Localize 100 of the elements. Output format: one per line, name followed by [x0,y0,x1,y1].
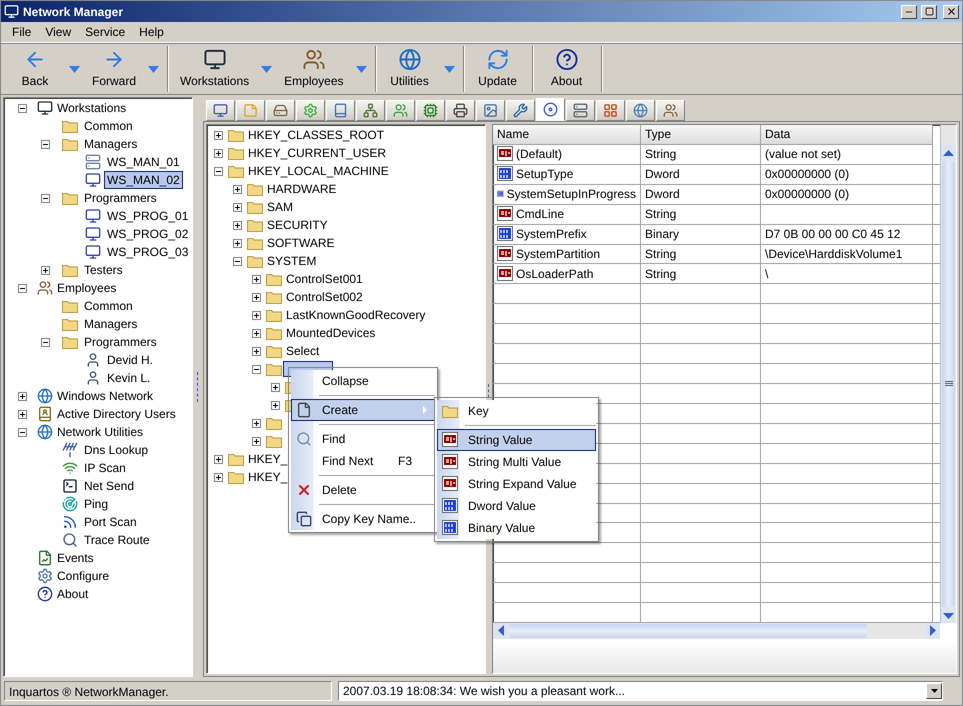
binary-value-icon [442,520,458,536]
binary-value-icon [497,226,513,242]
tab[interactable] [206,100,235,121]
expand-toggle[interactable] [252,292,261,302]
menu-item[interactable]: Key [437,400,596,422]
expand-toggle[interactable] [252,418,261,428]
globe-icon [37,424,53,440]
scroll-up-button[interactable] [941,145,956,160]
dropdown-arrow-icon[interactable] [69,66,80,72]
dropdown-arrow-icon[interactable] [444,66,455,72]
menu-item[interactable]: View [38,25,78,39]
scroll-down-button[interactable] [941,608,956,623]
menu-item[interactable]: String Multi Value [437,451,596,473]
expand-toggle[interactable] [233,220,242,230]
menu-item[interactable]: Find Next F3 [291,450,435,472]
expand-toggle[interactable] [214,130,223,140]
scroll-thumb[interactable] [509,624,867,638]
tab[interactable] [476,100,505,121]
expand-toggle[interactable] [252,346,261,356]
menu-item[interactable]: Copy Key Name.. [291,508,435,530]
menu-item[interactable]: String Value [437,429,596,451]
expand-toggle[interactable] [271,382,280,392]
collapse-toggle[interactable] [41,140,50,148]
expand-toggle[interactable] [271,400,280,410]
expand-toggle[interactable] [252,274,261,284]
minimize-button[interactable] [901,4,917,18]
collapse-toggle[interactable] [252,364,261,374]
tab[interactable] [266,100,295,121]
folder-icon [228,452,244,466]
tab[interactable] [536,98,565,121]
expand-toggle[interactable] [252,310,261,320]
expand-toggle[interactable] [233,238,242,248]
tab[interactable] [566,100,595,121]
menu-item[interactable]: Delete [291,479,435,501]
monitor-icon [85,244,101,260]
scroll-right-button[interactable] [925,623,940,638]
menu-item[interactable]: String Expand Value [437,473,596,495]
expand-toggle[interactable] [233,202,242,212]
toolbar-button[interactable]: Update [468,46,528,92]
toolbar-button[interactable]: Forward [84,46,144,92]
menu-item[interactable]: Collapse [291,370,435,392]
folder-icon [62,335,78,349]
expand-toggle[interactable] [41,266,50,274]
menu-item[interactable]: File [5,25,38,39]
collapse-toggle[interactable] [18,284,27,292]
scroll-thumb[interactable] [942,161,955,607]
dropdown-arrow-icon[interactable] [261,66,272,72]
folder-icon [247,200,263,214]
tree-item[interactable]: WS_MAN_02 [104,171,183,189]
tab[interactable] [326,100,355,121]
tab[interactable] [506,100,535,121]
toolbar-button[interactable]: Workstations [172,46,258,92]
scroll-left-button[interactable] [493,623,508,638]
expand-toggle[interactable] [252,328,261,338]
expand-toggle[interactable] [214,148,223,158]
expand-toggle[interactable] [233,184,242,194]
menu-item[interactable]: Find [291,428,435,450]
menu-item[interactable]: Dword Value [437,495,596,517]
tab[interactable] [656,100,685,121]
menu-item[interactable]: Binary Value [437,517,596,539]
down-arrow-icon [943,612,954,618]
dropdown-button[interactable] [926,683,942,699]
collapse-toggle[interactable] [214,166,223,176]
collapse-toggle[interactable] [233,256,242,266]
expand-toggle[interactable] [18,410,27,418]
collapse-toggle[interactable] [18,104,27,112]
status-message-field[interactable]: 2007.03.19 18:08:34: We wish you a pleasant work... [338,681,943,701]
menu-item[interactable]: Service [78,25,132,39]
document-icon [296,402,312,418]
collapse-toggle[interactable] [41,338,50,346]
expand-toggle[interactable] [214,454,223,464]
close-button[interactable] [943,4,959,18]
menu-item[interactable]: Create [291,399,435,421]
globe-icon [37,388,53,404]
tab[interactable] [416,100,445,121]
column-header[interactable]: Data [761,125,933,145]
column-header[interactable]: Type [641,125,761,145]
table-cell: D7 0B 00 00 00 C0 45 12 [761,224,933,244]
tab[interactable] [356,100,385,121]
splitter-handle[interactable] [196,372,200,402]
column-header[interactable]: Name [493,125,641,145]
string-value-icon [497,246,513,262]
menu-item[interactable]: Help [132,25,171,39]
toolbar-button[interactable]: Employees [276,46,352,92]
delete-icon [296,482,312,498]
expand-toggle[interactable] [252,436,261,446]
tab[interactable] [596,100,625,121]
expand-toggle[interactable] [18,392,27,400]
toolbar-button[interactable]: Utilities [380,46,440,92]
collapse-toggle[interactable] [18,428,27,436]
dropdown-arrow-icon[interactable] [356,66,367,72]
tab[interactable] [446,100,475,121]
dropdown-arrow-icon[interactable] [148,66,160,72]
expand-toggle[interactable] [214,472,223,482]
toolbar-button[interactable]: About [536,46,597,92]
maximize-icon [924,7,934,16]
toolbar-button[interactable]: Back [5,46,65,92]
status-text: Inquartos ® NetworkManager. [4,681,332,701]
maximize-button[interactable] [921,4,937,18]
collapse-toggle[interactable] [41,194,50,202]
